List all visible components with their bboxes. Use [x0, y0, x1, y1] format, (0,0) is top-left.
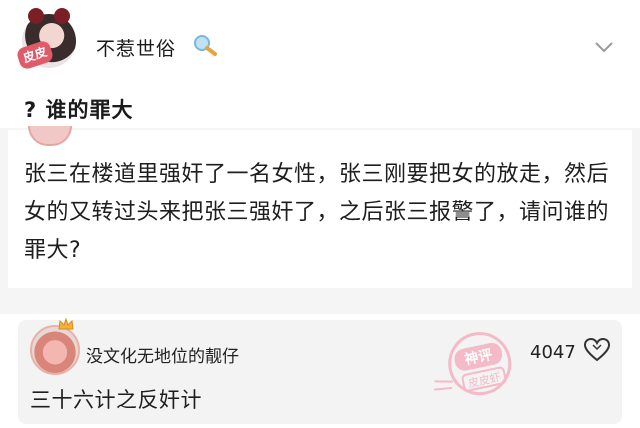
chevron-down-icon[interactable]: [594, 40, 614, 54]
like-count: 4047: [530, 342, 576, 363]
magnifier-icon: [194, 35, 217, 56]
post-body: 张三在楼道里强奸了一名女性，张三刚要把女的放走，然后女的又转过头来把张三强奸了，…: [24, 162, 610, 263]
comment-text: 三十六计之反奸计: [30, 388, 202, 412]
hidden-bar: [28, 277, 228, 295]
commenter-name[interactable]: 没文化无地位的靓仔: [86, 342, 239, 367]
heart-like-icon[interactable]: [584, 338, 610, 362]
avatar-ear-decoration: [54, 8, 70, 24]
crown-icon: [58, 318, 74, 330]
avatar-ear-decoration: [28, 8, 44, 24]
username[interactable]: 不惹世俗: [96, 34, 176, 61]
post-title: ? 谁的罪大: [24, 98, 134, 122]
god-comment-stamp: 神评 皮皮虾: [434, 332, 512, 396]
commenter-avatar[interactable]: [30, 325, 80, 375]
